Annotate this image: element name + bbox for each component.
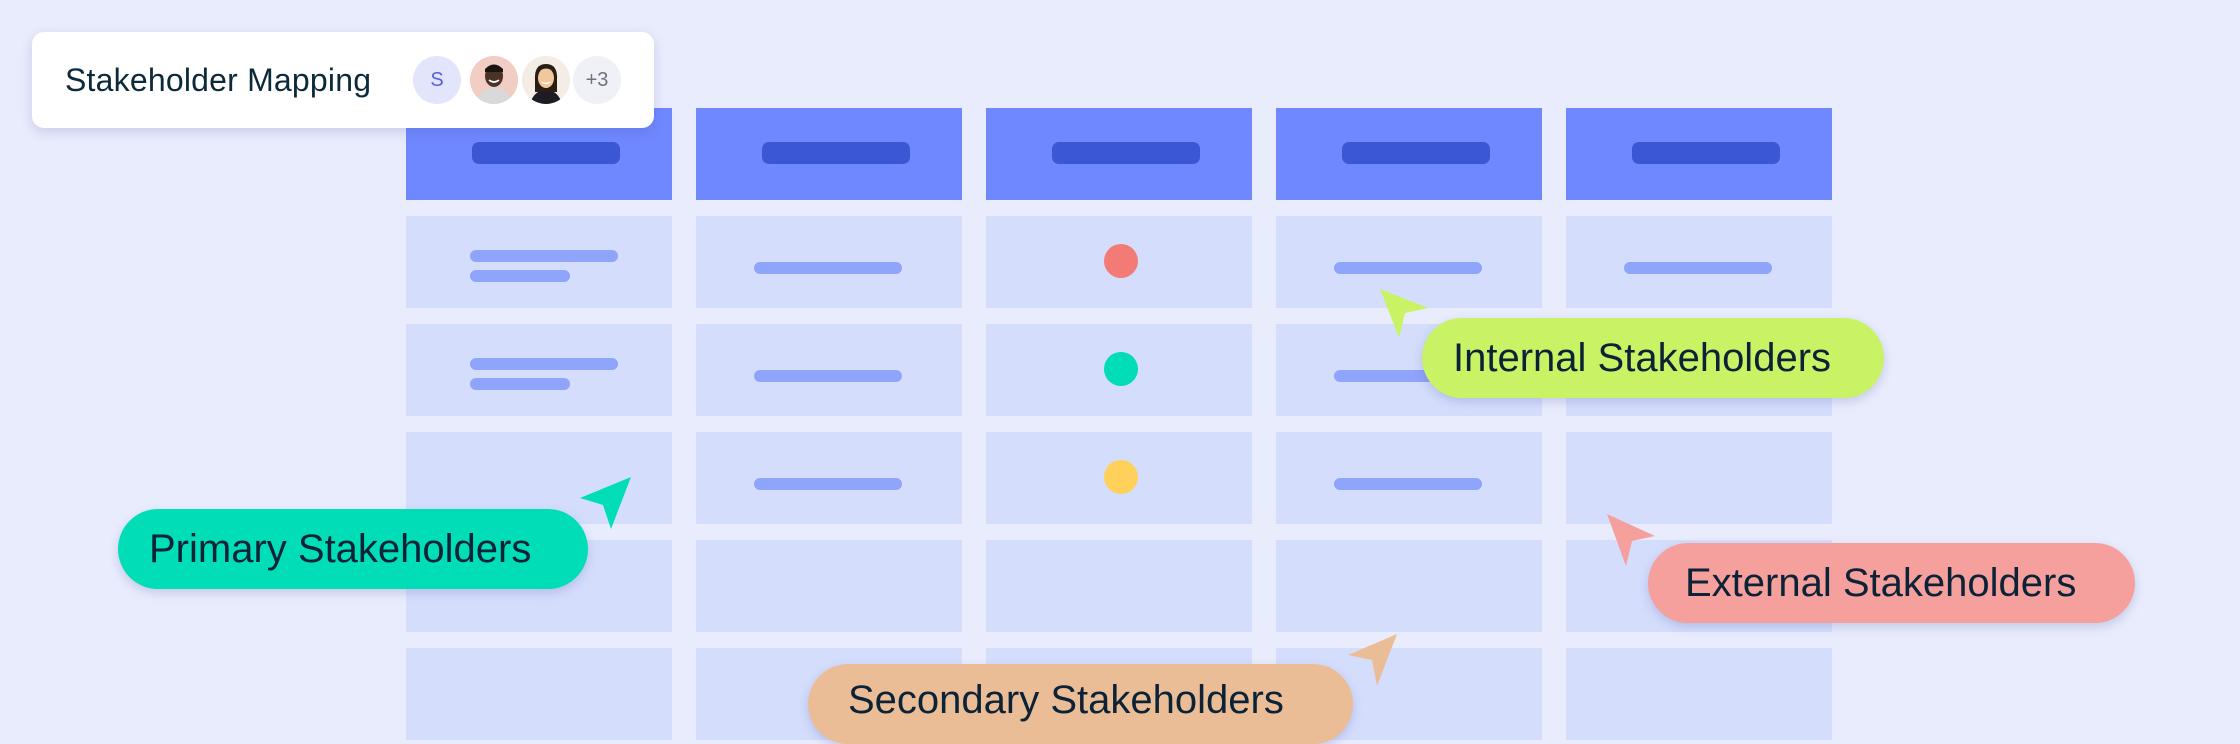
board-title-card: Stakeholder Mapping S +3 — [32, 32, 654, 128]
primary-stakeholders-text: Primary Stakeholders — [149, 526, 532, 571]
avatar-collaborator-photo-1[interactable] — [470, 56, 518, 104]
primary-cursor-icon — [580, 477, 631, 529]
person-photo-icon — [522, 56, 570, 104]
more-collaborators-count: +3 — [585, 68, 609, 91]
secondary-stakeholders-text: Secondary Stakeholders — [848, 678, 1284, 722]
more-collaborators-badge[interactable]: +3 — [573, 56, 621, 104]
external-cursor-icon — [1607, 514, 1655, 566]
secondary-stakeholders-label[interactable]: Secondary Stakeholders — [808, 664, 1353, 744]
internal-cursor-icon — [1380, 289, 1428, 338]
external-stakeholders-label[interactable]: External Stakeholders — [1648, 543, 2135, 623]
person-photo-icon — [470, 56, 518, 104]
avatar-initial: S — [430, 68, 444, 91]
board-title[interactable]: Stakeholder Mapping — [65, 32, 371, 128]
secondary-cursor-icon — [1348, 634, 1397, 686]
avatar-collaborator-photo-2[interactable] — [522, 56, 570, 104]
external-stakeholders-text: External Stakeholders — [1685, 560, 2077, 605]
avatar-collaborator-s[interactable]: S — [413, 56, 461, 104]
primary-stakeholders-label[interactable]: Primary Stakeholders — [118, 509, 588, 589]
internal-stakeholders-label[interactable]: Internal Stakeholders — [1422, 318, 1884, 398]
stakeholder-board: Primary Stakeholders Internal Stakeholde… — [0, 0, 2240, 744]
internal-stakeholders-text: Internal Stakeholders — [1453, 335, 1832, 380]
